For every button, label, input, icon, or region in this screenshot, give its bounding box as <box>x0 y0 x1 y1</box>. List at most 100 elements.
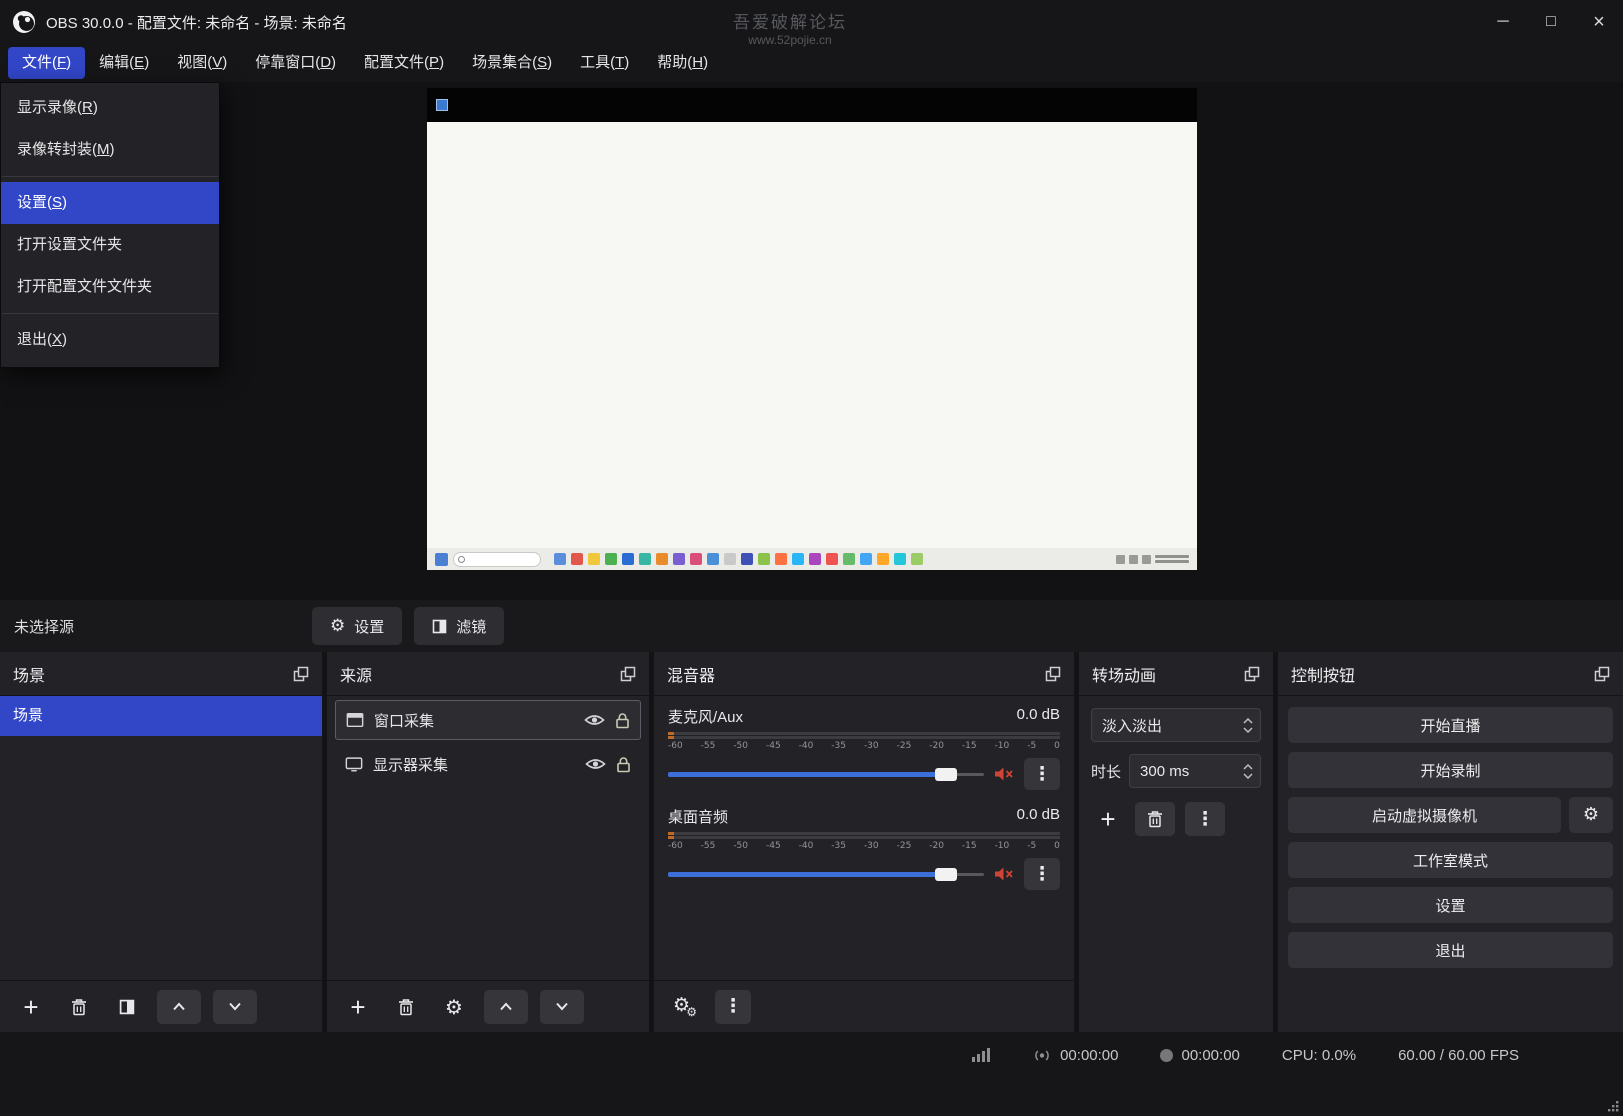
captured-taskbar <box>427 548 1197 570</box>
taskbar-start-icon <box>435 553 448 566</box>
chevron-down-icon[interactable] <box>1243 773 1253 779</box>
mixer-options-button[interactable]: ⋮ <box>715 990 751 1024</box>
popout-icon[interactable] <box>1045 666 1061 682</box>
kebab-icon: ⋮ <box>1033 765 1052 784</box>
channel-options-button[interactable]: ⋮ <box>1024 858 1060 890</box>
display-capture-icon <box>345 756 363 772</box>
lock-icon[interactable] <box>616 756 631 773</box>
remove-transition-button[interactable] <box>1135 802 1175 836</box>
duration-spinbox[interactable]: 300 ms <box>1129 754 1261 788</box>
slider-handle[interactable] <box>935 868 957 881</box>
remove-scene-button[interactable] <box>61 990 97 1024</box>
source-properties-toolbar-button[interactable]: ⚙ <box>436 990 472 1024</box>
add-transition-button[interactable]: + <box>1091 802 1125 836</box>
close-button[interactable]: × <box>1575 0 1623 44</box>
mixer-channel-level: 0.0 dB <box>1017 706 1060 727</box>
source-down-button[interactable] <box>540 990 584 1024</box>
lock-icon[interactable] <box>615 712 630 729</box>
source-properties-button[interactable]: ⚙ 设置 <box>312 607 402 645</box>
scene-list-item[interactable]: 场景 <box>0 696 322 736</box>
mixer-channel-name: 桌面音频 <box>668 806 728 827</box>
no-source-label: 未选择源 <box>14 616 74 637</box>
source-filters-button[interactable]: 滤镜 <box>414 607 504 645</box>
channel-options-button[interactable]: ⋮ <box>1024 758 1060 790</box>
transition-options-button[interactable]: ⋮ <box>1185 802 1225 836</box>
advanced-audio-button[interactable]: ⚙ ⚙ <box>667 990 703 1024</box>
menu-bar: 文件(F) 编辑(E) 视图(V) 停靠窗口(D) 配置文件(P) 场景集合(S… <box>0 44 1623 82</box>
source-item-label: 显示器采集 <box>373 754 448 775</box>
menu-edit[interactable]: 编辑(E) <box>85 47 163 79</box>
menuitem-settings[interactable]: 设置(S) <box>1 182 219 224</box>
remove-source-button[interactable] <box>388 990 424 1024</box>
volume-slider[interactable] <box>668 767 984 782</box>
eye-icon[interactable] <box>584 713 605 727</box>
menu-docks[interactable]: 停靠窗口(D) <box>241 47 350 79</box>
scene-down-button[interactable] <box>213 990 257 1024</box>
chevron-up-icon[interactable] <box>1243 718 1253 724</box>
mixer-channel-name: 麦克风/Aux <box>668 706 743 727</box>
preview-canvas[interactable] <box>427 88 1197 570</box>
settings-button[interactable]: 设置 <box>1288 887 1613 923</box>
menuitem-show-recordings[interactable]: 显示录像(R) <box>1 87 219 129</box>
menu-view[interactable]: 视图(V) <box>163 47 241 79</box>
volume-meter <box>668 732 1060 739</box>
mixer-channel: 麦克风/Aux 0.0 dB -60-55-50-45-40-35-30-25-… <box>668 706 1060 790</box>
filter-icon <box>432 619 447 634</box>
menuitem-remux-recordings[interactable]: 录像转封装(M) <box>1 129 219 171</box>
menu-separator <box>2 176 218 177</box>
popout-icon[interactable] <box>1244 666 1260 682</box>
menu-scene-collection[interactable]: 场景集合(S) <box>458 47 566 79</box>
scene-list: 场景 <box>0 696 322 980</box>
captured-clock <box>1155 553 1189 565</box>
source-list-item[interactable]: 窗口采集 <box>335 700 641 740</box>
chevron-down-icon[interactable] <box>1243 727 1253 733</box>
mute-icon[interactable] <box>994 866 1014 882</box>
studio-mode-button[interactable]: 工作室模式 <box>1288 842 1613 878</box>
menuitem-show-settings-folder[interactable]: 打开设置文件夹 <box>1 224 219 266</box>
gear-icon: ⚙ <box>330 618 345 635</box>
kebab-icon: ⋮ <box>724 997 743 1016</box>
menuitem-show-profile-folder[interactable]: 打开配置文件文件夹 <box>1 266 219 308</box>
source-up-button[interactable] <box>484 990 528 1024</box>
add-source-button[interactable]: + <box>340 990 376 1024</box>
record-timer: 00:00:00 <box>1160 1047 1239 1064</box>
transition-select[interactable]: 淡入淡出 <box>1091 708 1261 742</box>
file-menu: 显示录像(R) 录像转封装(M) 设置(S) 打开设置文件夹 打开配置文件文件夹… <box>0 82 220 368</box>
captured-search-box <box>453 552 541 567</box>
sources-toolbar: + ⚙ <box>327 980 649 1032</box>
scene-filters-button[interactable] <box>109 990 145 1024</box>
maximize-button[interactable]: □ <box>1527 0 1575 44</box>
virtual-camera-button[interactable]: 启动虚拟摄像机 <box>1288 797 1561 833</box>
captured-tray <box>1116 553 1189 565</box>
popout-icon[interactable] <box>293 666 309 682</box>
start-streaming-button[interactable]: 开始直播 <box>1288 707 1613 743</box>
popout-icon[interactable] <box>1594 666 1610 682</box>
start-recording-button[interactable]: 开始录制 <box>1288 752 1613 788</box>
eye-icon[interactable] <box>585 757 606 771</box>
transitions-dock-title: 转场动画 <box>1092 662 1156 686</box>
kebab-icon: ⋮ <box>1033 865 1052 884</box>
exit-button[interactable]: 退出 <box>1288 932 1613 968</box>
window-title: OBS 30.0.0 - 配置文件: 未命名 - 场景: 未命名 <box>46 12 347 33</box>
menuitem-exit[interactable]: 退出(X) <box>1 319 219 361</box>
virtual-camera-config-button[interactable]: ⚙ <box>1569 797 1613 833</box>
slider-handle[interactable] <box>935 768 957 781</box>
menu-help[interactable]: 帮助(H) <box>643 47 722 79</box>
trash-icon <box>71 998 87 1016</box>
menu-profile[interactable]: 配置文件(P) <box>350 47 458 79</box>
trash-icon <box>398 998 414 1016</box>
resize-grip[interactable] <box>1606 1099 1620 1113</box>
record-time: 00:00:00 <box>1181 1047 1239 1064</box>
volume-slider[interactable] <box>668 867 984 882</box>
minimize-button[interactable]: ─ <box>1479 0 1527 44</box>
menu-file[interactable]: 文件(F) <box>8 47 85 79</box>
scene-up-button[interactable] <box>157 990 201 1024</box>
menu-tools[interactable]: 工具(T) <box>566 47 643 79</box>
add-scene-button[interactable]: + <box>13 990 49 1024</box>
preview-area <box>0 82 1623 600</box>
popout-icon[interactable] <box>620 666 636 682</box>
source-list-item[interactable]: 显示器采集 <box>335 744 641 784</box>
scenes-toolbar: + <box>0 980 322 1032</box>
chevron-up-icon[interactable] <box>1243 764 1253 770</box>
mute-icon[interactable] <box>994 766 1014 782</box>
